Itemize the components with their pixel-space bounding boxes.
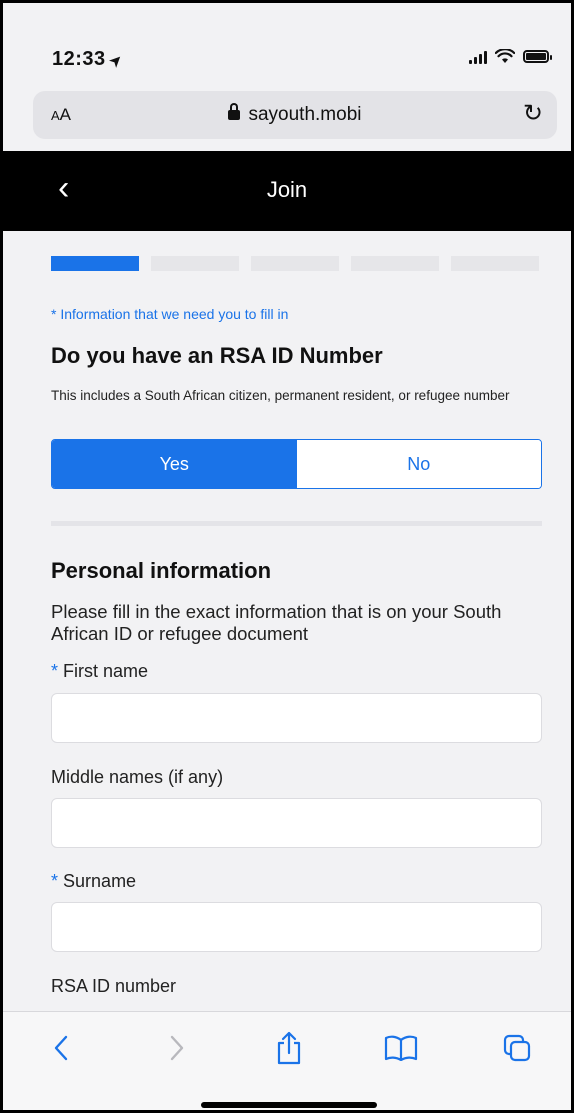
location-icon: ➤ [105, 50, 126, 71]
personal-info-description: Please fill in the exact information tha… [51, 601, 502, 644]
back-icon[interactable] [41, 1028, 81, 1068]
section-divider [51, 521, 542, 526]
surname-label-text: Surname [63, 871, 137, 891]
required-asterisk: * [51, 871, 59, 891]
progress-step-5 [451, 256, 539, 271]
first-name-input[interactable] [51, 693, 542, 743]
first-name-label-text: First name [63, 661, 149, 681]
wifi-icon [495, 49, 515, 63]
middle-names-input[interactable] [51, 798, 542, 848]
yes-option-button[interactable]: Yes [52, 440, 297, 488]
address-bar[interactable]: AA sayouth.mobi ↻ [33, 91, 557, 139]
phone-screen: 12:33➤ AA sayouth.mobi ↻ ‹ Join * Inform… [0, 0, 574, 1113]
id-question-title: Do you have an RSA ID Number [51, 343, 383, 368]
bookmarks-icon[interactable] [381, 1028, 421, 1068]
rsa-id-number-label: RSA ID number [51, 976, 177, 996]
form-content: * Information that we need you to fill i… [3, 231, 571, 1011]
lock-icon [228, 103, 241, 120]
step-progress [51, 256, 539, 271]
cellular-signal-icon [469, 50, 487, 64]
surname-input[interactable] [51, 902, 542, 952]
progress-step-4 [351, 256, 439, 271]
no-option-button[interactable]: No [296, 440, 541, 488]
first-name-label: * First name [51, 661, 148, 682]
required-note: * Information that we need you to fill i… [51, 306, 289, 322]
middle-names-label: Middle names (if any) [51, 767, 224, 787]
progress-step-2 [151, 256, 239, 271]
reload-icon[interactable]: ↻ [523, 99, 543, 128]
page-header: ‹ Join [3, 151, 571, 231]
forward-icon[interactable] [157, 1028, 197, 1068]
required-asterisk: * [51, 661, 59, 681]
id-question-subtitle: This includes a South African citizen, p… [51, 388, 510, 403]
progress-step-3 [251, 256, 339, 271]
battery-icon [523, 50, 552, 63]
status-bar: 12:33➤ [3, 3, 571, 89]
surname-label: * Surname [51, 871, 136, 892]
personal-info-title: Personal information [51, 558, 272, 583]
url-domain: sayouth.mobi [248, 104, 362, 125]
clock: 12:33➤ [52, 48, 125, 71]
browser-toolbar [3, 1011, 571, 1110]
clock-time: 12:33 [52, 48, 106, 70]
share-icon[interactable] [269, 1028, 309, 1068]
tabs-icon[interactable] [497, 1028, 537, 1068]
page-title: Join [266, 177, 308, 202]
rsa-id-toggle: Yes No [51, 439, 542, 489]
home-indicator [201, 1102, 377, 1108]
status-icons [469, 49, 552, 64]
progress-step-1 [51, 256, 139, 271]
url-display[interactable]: sayouth.mobi [33, 103, 557, 126]
